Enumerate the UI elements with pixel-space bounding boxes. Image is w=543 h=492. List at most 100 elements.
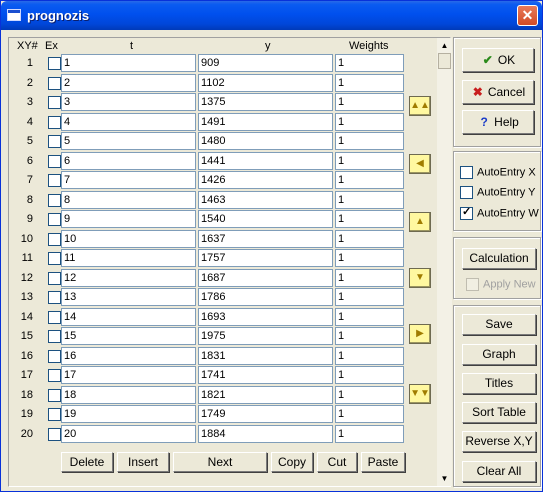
exclude-checkbox[interactable]	[48, 427, 61, 441]
exclude-checkbox[interactable]	[48, 252, 61, 265]
help-button[interactable]: ? Help	[462, 110, 534, 134]
t-cell[interactable]: 2	[61, 73, 196, 92]
cut-button[interactable]: Cut	[317, 452, 357, 472]
save-button[interactable]: Save	[462, 314, 536, 335]
exclude-checkbox[interactable]	[48, 388, 61, 402]
clear-all-button[interactable]: Clear All	[462, 461, 536, 482]
y-cell[interactable]: 1540	[198, 210, 333, 228]
t-cell[interactable]: 10	[61, 229, 196, 248]
weight-cell[interactable]: 1	[335, 268, 404, 287]
exclude-checkbox[interactable]	[48, 154, 61, 168]
weight-cell[interactable]: 1	[335, 171, 404, 189]
weight-cell[interactable]: 1	[335, 112, 404, 131]
y-cell[interactable]: 1757	[198, 249, 333, 267]
calculation-button[interactable]: Calculation	[462, 248, 536, 269]
close-button[interactable]: ✕	[517, 5, 538, 26]
autoentry-x-checkbox[interactable]	[460, 166, 473, 179]
down-button[interactable]: ▼	[409, 268, 431, 288]
delete-button[interactable]: Delete	[61, 452, 113, 472]
titles-button[interactable]: Titles	[462, 373, 536, 394]
autoentry-y-checkbox[interactable]	[460, 186, 473, 199]
scroll-up-arrow-icon[interactable]: ▲	[437, 38, 452, 53]
t-cell[interactable]: 17	[61, 366, 196, 384]
y-cell[interactable]: 1821	[198, 385, 333, 404]
autoentry-w-checkbox[interactable]: ✓	[460, 206, 473, 220]
left-button[interactable]: ◀	[409, 154, 431, 174]
exclude-checkbox[interactable]	[48, 369, 61, 382]
t-cell[interactable]: 16	[61, 346, 196, 365]
t-cell[interactable]: 20	[61, 424, 196, 443]
y-cell[interactable]: 1693	[198, 307, 333, 326]
weight-cell[interactable]: 1	[335, 54, 404, 72]
y-cell[interactable]: 1741	[198, 366, 333, 384]
y-cell[interactable]: 1884	[198, 424, 333, 443]
paste-button[interactable]: Paste	[361, 452, 405, 472]
exclude-checkbox[interactable]	[48, 174, 61, 187]
y-cell[interactable]: 1441	[198, 151, 333, 170]
y-cell[interactable]: 1102	[198, 73, 333, 92]
weight-cell[interactable]: 1	[335, 249, 404, 267]
weight-cell[interactable]: 1	[335, 424, 404, 443]
first-page-button[interactable]: ▲▲	[409, 96, 431, 116]
exclude-checkbox[interactable]	[48, 271, 61, 285]
t-cell[interactable]: 14	[61, 307, 196, 326]
y-cell[interactable]: 1491	[198, 112, 333, 131]
cancel-button[interactable]: ✖ Cancel	[462, 80, 534, 104]
weight-cell[interactable]: 1	[335, 385, 404, 404]
exclude-checkbox[interactable]	[48, 330, 61, 343]
next-button[interactable]: Next	[173, 452, 267, 472]
t-cell[interactable]: 9	[61, 210, 196, 228]
y-cell[interactable]: 1480	[198, 132, 333, 150]
weight-cell[interactable]: 1	[335, 366, 404, 384]
weight-cell[interactable]: 1	[335, 346, 404, 365]
y-cell[interactable]: 909	[198, 54, 333, 72]
ok-button[interactable]: ✔ OK	[462, 48, 534, 72]
t-cell[interactable]: 3	[61, 93, 196, 111]
exclude-checkbox[interactable]	[48, 135, 61, 148]
exclude-checkbox[interactable]	[48, 115, 61, 129]
exclude-checkbox[interactable]	[48, 310, 61, 324]
exclude-checkbox[interactable]	[48, 408, 61, 421]
t-cell[interactable]: 1	[61, 54, 196, 72]
exclude-checkbox[interactable]	[48, 57, 61, 70]
t-cell[interactable]: 15	[61, 327, 196, 345]
y-cell[interactable]: 1637	[198, 229, 333, 248]
t-cell[interactable]: 6	[61, 151, 196, 170]
t-cell[interactable]: 12	[61, 268, 196, 287]
right-button[interactable]: ▶	[409, 324, 431, 344]
t-cell[interactable]: 5	[61, 132, 196, 150]
exclude-checkbox[interactable]	[48, 291, 61, 304]
vertical-scrollbar[interactable]: ▲ ▼	[437, 38, 452, 486]
weight-cell[interactable]: 1	[335, 210, 404, 228]
exclude-checkbox[interactable]	[48, 96, 61, 109]
weight-cell[interactable]: 1	[335, 73, 404, 92]
autoentry-y-row[interactable]: AutoEntry Y	[460, 186, 536, 200]
weight-cell[interactable]: 1	[335, 327, 404, 345]
sort-table-button[interactable]: Sort Table	[462, 402, 536, 423]
y-cell[interactable]: 1749	[198, 405, 333, 423]
insert-button[interactable]: Insert	[117, 452, 169, 472]
exclude-checkbox[interactable]	[48, 193, 61, 207]
exclude-checkbox[interactable]	[48, 76, 61, 90]
weight-cell[interactable]: 1	[335, 405, 404, 423]
y-cell[interactable]: 1786	[198, 288, 333, 306]
copy-button[interactable]: Copy	[271, 452, 313, 472]
t-cell[interactable]: 19	[61, 405, 196, 423]
y-cell[interactable]: 1975	[198, 327, 333, 345]
weight-cell[interactable]: 1	[335, 151, 404, 170]
weight-cell[interactable]: 1	[335, 132, 404, 150]
weight-cell[interactable]: 1	[335, 288, 404, 306]
y-cell[interactable]: 1426	[198, 171, 333, 189]
t-cell[interactable]: 8	[61, 190, 196, 209]
y-cell[interactable]: 1831	[198, 346, 333, 365]
autoentry-x-row[interactable]: AutoEntry X	[460, 166, 536, 180]
weight-cell[interactable]: 1	[335, 229, 404, 248]
weight-cell[interactable]: 1	[335, 190, 404, 209]
t-cell[interactable]: 4	[61, 112, 196, 131]
t-cell[interactable]: 11	[61, 249, 196, 267]
autoentry-w-row[interactable]: ✓ AutoEntry W	[460, 206, 539, 221]
weight-cell[interactable]: 1	[335, 93, 404, 111]
t-cell[interactable]: 18	[61, 385, 196, 404]
exclude-checkbox[interactable]	[48, 232, 61, 246]
y-cell[interactable]: 1463	[198, 190, 333, 209]
